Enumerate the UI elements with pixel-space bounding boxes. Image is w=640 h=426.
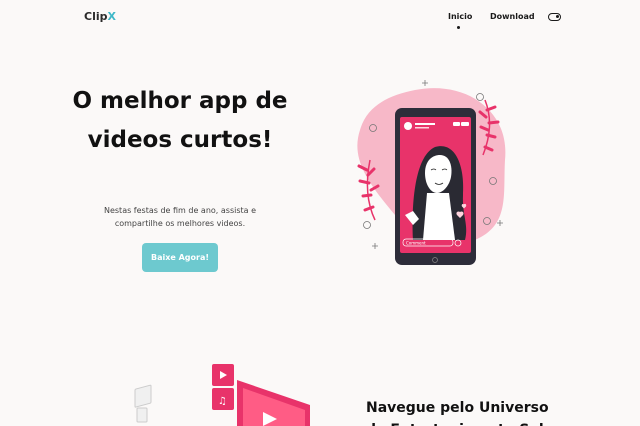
phone-illustration-svg: Comment <box>357 80 506 265</box>
logo-text: Clip <box>84 10 108 23</box>
nav-link-inicio[interactable]: Inicio <box>448 12 472 21</box>
theme-toggle-icon[interactable] <box>548 13 561 21</box>
section2-title: Navegue pelo Universo de Entretenimento … <box>366 400 549 426</box>
phone-comment-placeholder: Comment <box>406 241 426 246</box>
streaming-illustration: ♫ <box>125 360 315 426</box>
hero-title: O melhor app de videos curtos! <box>72 88 288 153</box>
top-navbar: ClipX Inicio Download <box>0 0 640 36</box>
logo-accent: X <box>107 10 116 23</box>
hero-subtitle: Nestas festas de fim de ano, assista e c… <box>103 206 257 228</box>
download-button[interactable]: Baixe Agora! <box>142 243 218 272</box>
nav-link-download[interactable]: Download <box>490 12 535 21</box>
active-indicator <box>457 26 460 29</box>
streaming-illustration-svg: ♫ <box>134 364 310 426</box>
svg-text:♫: ♫ <box>218 396 227 407</box>
phone-illustration: Comment <box>345 75 515 270</box>
toggle-knob <box>556 15 559 18</box>
logo[interactable]: ClipX <box>84 10 116 23</box>
